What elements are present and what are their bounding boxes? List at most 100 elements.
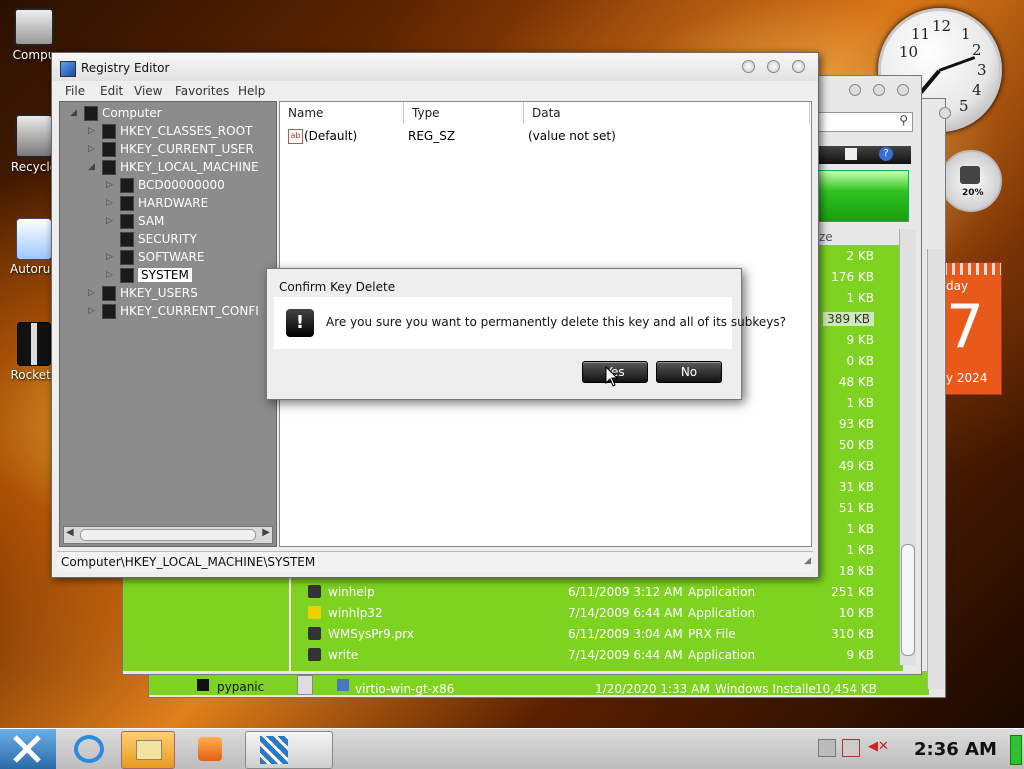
file-size: 51 KB: [838, 501, 874, 515]
taskbar-ie[interactable]: [64, 731, 116, 767]
scroll-arrow[interactable]: [297, 675, 313, 695]
tree-expander-icon[interactable]: ▷: [106, 270, 113, 280]
tree-expander-icon[interactable]: ◢: [70, 108, 77, 118]
clock-number: 10: [899, 43, 919, 61]
file-size: 310 KB: [831, 627, 874, 641]
column-header-data[interactable]: Data: [524, 102, 810, 124]
title-bar[interactable]: Registry Editor: [52, 53, 818, 81]
value-name: (Default): [304, 129, 358, 143]
taskbar-clock[interactable]: 2:36 AM: [914, 739, 997, 760]
network-tray-icon[interactable]: [818, 739, 836, 757]
file-name: WMSysPr9.prx: [328, 627, 414, 641]
file-row[interactable]: winhelp 6/11/2009 3:12 AM Application 251 K…: [308, 582, 878, 603]
dialog-title: Confirm Key Delete: [279, 280, 396, 294]
tree-expander-icon[interactable]: ▷: [88, 126, 95, 136]
size-column-header[interactable]: ze: [817, 229, 903, 245]
file-size: 49 KB: [838, 459, 874, 473]
file-size: 0 KB: [846, 354, 874, 368]
status-path: Computer\HKEY_LOCAL_MACHINE\SYSTEM: [61, 555, 316, 569]
resize-grip-icon[interactable]: ◢: [804, 556, 811, 566]
taskbar-explorer[interactable]: [121, 731, 175, 769]
write-icon: [308, 648, 321, 661]
registry-folder-icon: [120, 178, 134, 193]
file-size: 48 KB: [838, 375, 874, 389]
value-type: REG_SZ: [408, 129, 456, 143]
computer-icon: [14, 8, 54, 46]
taskbar-regedit[interactable]: [245, 731, 333, 769]
minimize-button[interactable]: [849, 84, 861, 96]
taskbar-media-player[interactable]: [184, 731, 236, 767]
show-desktop-button[interactable]: [1010, 735, 1022, 765]
registry-folder-icon: [102, 286, 116, 301]
taskbar: ◀✕ 2:36 AM: [0, 728, 1024, 769]
tree-expander-icon[interactable]: ▷: [106, 216, 113, 226]
tree-expander-icon[interactable]: ▷: [106, 180, 113, 190]
tree-expander-icon[interactable]: ▷: [88, 288, 95, 298]
tree-expander-icon[interactable]: ▷: [106, 198, 113, 208]
start-button[interactable]: [0, 729, 56, 769]
help-icon[interactable]: ?: [879, 147, 893, 161]
scrollbar[interactable]: [899, 229, 916, 665]
tree-node-label: SECURITY: [138, 232, 197, 246]
registry-folder-icon: [102, 142, 116, 157]
file-name[interactable]: virtio-win-gt-x86: [355, 682, 454, 696]
clock-number: 12: [932, 17, 952, 35]
registry-tree[interactable]: ◢ Computer ▷ HKEY_CLASSES_ROOT ▷ HKEY_CURRENT…: [59, 101, 277, 547]
scrollbar-thumb[interactable]: [80, 529, 256, 541]
warning-icon: !: [286, 309, 314, 337]
file-size: 176 KB: [831, 270, 874, 284]
scrollbar-thumb[interactable]: [901, 544, 915, 656]
confirm-key-delete-dialog[interactable]: Confirm Key Delete ! Are you sure you wa…: [266, 268, 786, 400]
tree-expander-icon[interactable]: ◢: [88, 162, 95, 172]
tree-node-label: SYSTEM: [138, 268, 192, 282]
view-icon[interactable]: [845, 148, 857, 160]
close-button[interactable]: [897, 84, 909, 96]
menu-edit[interactable]: Edit: [100, 84, 123, 98]
tree-expander-icon[interactable]: ▷: [106, 252, 113, 262]
column-header-name[interactable]: Name: [280, 102, 404, 124]
scrollbar[interactable]: [927, 249, 944, 689]
menu-view[interactable]: View: [134, 84, 162, 98]
file-size: 9 KB: [846, 333, 874, 347]
volume-muted-icon[interactable]: ◀✕: [868, 739, 889, 755]
tree-expander-icon[interactable]: ▷: [88, 144, 95, 154]
maximize-button[interactable]: [767, 60, 780, 73]
file-type: Application: [688, 606, 756, 620]
tree-node-label: HKEY_USERS: [120, 286, 198, 300]
clock-hour-hand: [919, 69, 941, 94]
file-size: 10 KB: [838, 606, 874, 620]
tree-node-label: HKEY_CURRENT_CONFI: [120, 304, 259, 318]
tree-expander-icon[interactable]: ▷: [88, 306, 95, 316]
scroll-right-arrow[interactable]: ▶: [262, 527, 270, 538]
start-x-icon: [13, 735, 41, 763]
search-input[interactable]: ⚲: [817, 112, 913, 132]
menu-help[interactable]: Help: [238, 84, 265, 98]
maximize-button[interactable]: [873, 84, 885, 96]
tree-node-label: HKEY_LOCAL_MACHINE: [120, 160, 259, 174]
file-row[interactable]: write 7/14/2009 6:44 AM Application 9 KB: [308, 645, 878, 666]
green-progress-panel: [817, 170, 909, 222]
action-center-tray-icon[interactable]: [842, 739, 860, 757]
mouse-cursor-icon: [605, 366, 619, 387]
file-row[interactable]: WMSysPr9.prx 6/11/2009 3:04 AM PRX File 310…: [308, 624, 878, 645]
question-icon: [308, 606, 321, 619]
tree-node-label: HKEY_CLASSES_ROOT: [120, 124, 253, 138]
window-button[interactable]: [939, 107, 951, 119]
recycle-bin-icon: [15, 114, 53, 158]
calendar-gadget[interactable]: day 7 y 2024: [943, 262, 1002, 395]
tree-horizontal-scrollbar[interactable]: ◀ ▶: [63, 526, 273, 544]
no-button[interactable]: No: [656, 361, 722, 383]
folder-pypanic[interactable]: pypanic: [217, 680, 264, 694]
minimize-button[interactable]: [742, 60, 755, 73]
close-button[interactable]: [792, 60, 805, 73]
scroll-left-arrow[interactable]: ◀: [66, 527, 74, 538]
menu-favorites[interactable]: Favorites: [175, 84, 229, 98]
chip-icon: [960, 166, 980, 184]
cpu-meter-gadget[interactable]: 20%: [940, 150, 1002, 212]
value-row-default[interactable]: ab (Default) REG_SZ (value not set): [280, 126, 810, 146]
file-row[interactable]: winhlp32 7/14/2009 6:44 AM Application 10 K…: [308, 603, 878, 624]
menu-file[interactable]: File: [65, 84, 85, 98]
string-value-icon: ab: [288, 129, 303, 144]
column-header-type[interactable]: Type: [404, 102, 524, 124]
file-name: winhlp32: [328, 606, 383, 620]
